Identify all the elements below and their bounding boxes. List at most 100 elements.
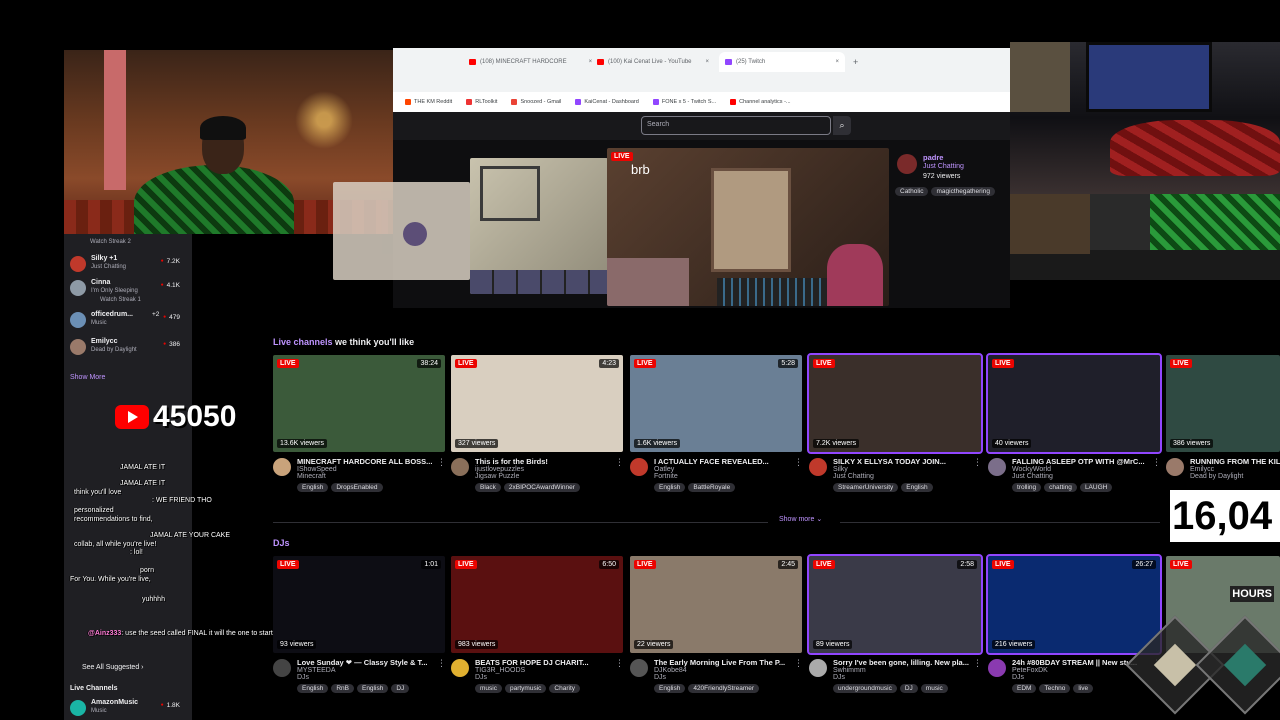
browser-tab-twitch[interactable]: (25) Twitch × — [719, 52, 845, 72]
chat-username[interactable]: @Ainz333 — [88, 630, 121, 637]
close-icon[interactable]: × — [835, 59, 839, 65]
tag[interactable]: music — [475, 684, 502, 693]
stream-thumbnail[interactable]: LIVE 6:50 983 viewers — [451, 556, 623, 653]
carousel-side-map[interactable] — [470, 158, 608, 294]
more-options-icon[interactable]: ⋮ — [615, 658, 624, 669]
stream-thumbnail[interactable]: LIVE 38:24 13.6K viewers — [273, 355, 445, 452]
stream-title[interactable]: RUNNING FROM THE KIL... — [1190, 457, 1280, 466]
tag[interactable]: English — [654, 684, 686, 693]
tag[interactable]: English — [901, 483, 933, 492]
tag[interactable]: live — [1073, 684, 1094, 693]
channel-name[interactable]: MYSTEEDA — [297, 667, 437, 674]
sidebar-see-all-suggested[interactable]: See All Suggested › — [82, 664, 144, 671]
channel-name[interactable]: Swhimmm — [833, 667, 973, 674]
tag[interactable]: English — [297, 684, 329, 693]
more-options-icon[interactable]: ⋮ — [973, 658, 982, 669]
stream-thumbnail[interactable]: LIVE 7.2K viewers — [807, 353, 983, 454]
tag[interactable]: DJ — [899, 684, 918, 693]
channel-avatar[interactable] — [809, 458, 827, 476]
stream-thumbnail[interactable]: LIVE 4:23 327 viewers — [451, 355, 623, 452]
stream-title[interactable]: BEATS FOR HOPE DJ CHARIT... — [475, 658, 615, 667]
game-name[interactable]: Jigsaw Puzzle — [475, 473, 615, 480]
game-name[interactable]: Fortnite — [654, 473, 794, 480]
stream-thumbnail[interactable]: LIVE 26:27 216 viewers — [986, 554, 1162, 655]
channel-name[interactable]: DJKobe84 — [654, 667, 794, 674]
channel-name[interactable]: Oatley — [654, 466, 794, 473]
channel-name[interactable]: TIG3R_HOODS — [475, 667, 615, 674]
tag[interactable]: chatting — [1044, 483, 1077, 492]
browser-tab-minecraft[interactable]: (108) MINECRAFT HARDCORE × — [463, 52, 598, 72]
browser-tab-kai-cenat[interactable]: (100) Kai Cenat Live - YouTube × — [591, 52, 715, 72]
stream-thumbnail[interactable]: LIVE 386 viewers — [1166, 355, 1280, 452]
channel-avatar[interactable] — [988, 458, 1006, 476]
game-name[interactable]: DJs — [833, 674, 973, 681]
more-options-icon[interactable]: ⋮ — [615, 457, 624, 468]
tag[interactable]: 420FriendlyStreamer — [688, 684, 760, 693]
carousel-side-left[interactable] — [333, 182, 470, 280]
tag[interactable]: English — [356, 684, 389, 693]
more-options-icon[interactable]: ⋮ — [437, 457, 446, 468]
tag[interactable]: Black — [475, 483, 501, 492]
channel-avatar[interactable] — [273, 458, 291, 476]
tag[interactable]: magicthegathering — [931, 187, 995, 196]
channel-avatar[interactable] — [630, 458, 648, 476]
tag[interactable]: music — [920, 684, 948, 693]
stream-thumbnail[interactable]: LIVE 5:28 1.6K viewers — [630, 355, 802, 452]
channel-name[interactable]: ijustlovepuzzles — [475, 466, 615, 473]
channel-avatar[interactable] — [273, 659, 291, 677]
stream-title[interactable]: This is for the Birds! — [475, 457, 615, 466]
tag[interactable]: Catholic — [895, 187, 929, 196]
sidebar-item-officedrum[interactable]: officedrum... +2 Music 479 — [70, 310, 188, 332]
game-name[interactable]: DJs — [1012, 674, 1152, 681]
tag[interactable]: English — [654, 483, 686, 492]
more-options-icon[interactable]: ⋮ — [794, 457, 803, 468]
stream-title[interactable]: The Early Morning Live From The P... — [654, 658, 794, 667]
stream-title[interactable]: Love Sunday ❤ — Classy Style & T... — [297, 658, 437, 667]
tag[interactable]: LAUGH — [1079, 483, 1113, 492]
sidebar-show-more[interactable]: Show More — [70, 374, 105, 381]
bookmark-2[interactable]: RLToolkit — [466, 99, 497, 105]
stream-thumbnail[interactable]: LIVE 2:58 89 viewers — [807, 554, 983, 655]
game-name[interactable]: DJs — [654, 674, 794, 681]
tag[interactable]: Charity — [549, 684, 581, 693]
channel-avatar[interactable] — [809, 659, 827, 677]
stream-title[interactable]: SILKY X ELLYSA TODAY JOIN... — [833, 457, 973, 466]
channel-avatar[interactable] — [451, 659, 469, 677]
stream-title[interactable]: FALLING ASLEEP OTP WITH @MrC... — [1012, 457, 1152, 466]
close-icon[interactable]: × — [706, 59, 710, 65]
stream-title[interactable]: Sorry I've been gone, lilling. New pla..… — [833, 658, 973, 667]
new-tab-button[interactable]: + — [847, 52, 864, 72]
game-name[interactable]: Just Chatting — [833, 473, 973, 480]
bookmark-1[interactable]: THE KM Reddit — [405, 99, 452, 105]
show-more-button[interactable]: Show more ⌄ — [779, 515, 822, 523]
channel-avatar[interactable] — [1166, 458, 1184, 476]
game-name[interactable]: Dead by Daylight — [1190, 473, 1280, 480]
more-options-icon[interactable]: ⋮ — [1152, 457, 1161, 468]
featured-avatar[interactable] — [897, 154, 917, 174]
featured-stream-player[interactable]: LIVE brb — [607, 148, 889, 306]
channel-name[interactable]: Emilycc — [1190, 466, 1280, 473]
bookmark-3[interactable]: Snoozed - Gmail — [511, 99, 561, 105]
tag[interactable]: StreamerUniversity — [833, 483, 899, 492]
tag[interactable]: DropsEnabled — [331, 483, 383, 492]
more-options-icon[interactable]: ⋮ — [973, 457, 982, 468]
tag[interactable]: Techno — [1039, 684, 1071, 693]
sidebar-item-emilycc[interactable]: Emilycc Dead by Daylight 386 — [70, 337, 188, 359]
tag[interactable]: trolling — [1012, 483, 1042, 492]
game-name[interactable]: DJs — [297, 674, 437, 681]
sidebar-item-silky[interactable]: Silky +1 Just Chatting 7.2K — [70, 254, 188, 276]
tag[interactable]: EDM — [1012, 684, 1037, 693]
tag[interactable]: DJ — [391, 684, 410, 693]
tag[interactable]: RnB — [331, 684, 354, 693]
channel-avatar[interactable] — [451, 458, 469, 476]
stream-thumbnail[interactable]: LIVE 2:45 22 viewers — [630, 556, 802, 653]
more-options-icon[interactable]: ⋮ — [794, 658, 803, 669]
stream-title[interactable]: I ACTUALLY FACE REVEALED... — [654, 457, 794, 466]
bookmark-4[interactable]: KaiCenat - Dashboard — [575, 99, 639, 105]
channel-avatar[interactable] — [630, 659, 648, 677]
bookmark-5[interactable]: FONE x 5 - Twitch S... — [652, 99, 716, 105]
sidebar-item-cinna[interactable]: Cinna I'm Only Sleeping Watch Streak 1 4… — [70, 278, 188, 306]
channel-avatar[interactable] — [988, 659, 1006, 677]
tag[interactable]: 2xBIPOCAwardWinner — [503, 483, 580, 492]
sidebar-item-amazonmusic[interactable]: AmazonMusic Music 1.8K — [70, 698, 188, 720]
